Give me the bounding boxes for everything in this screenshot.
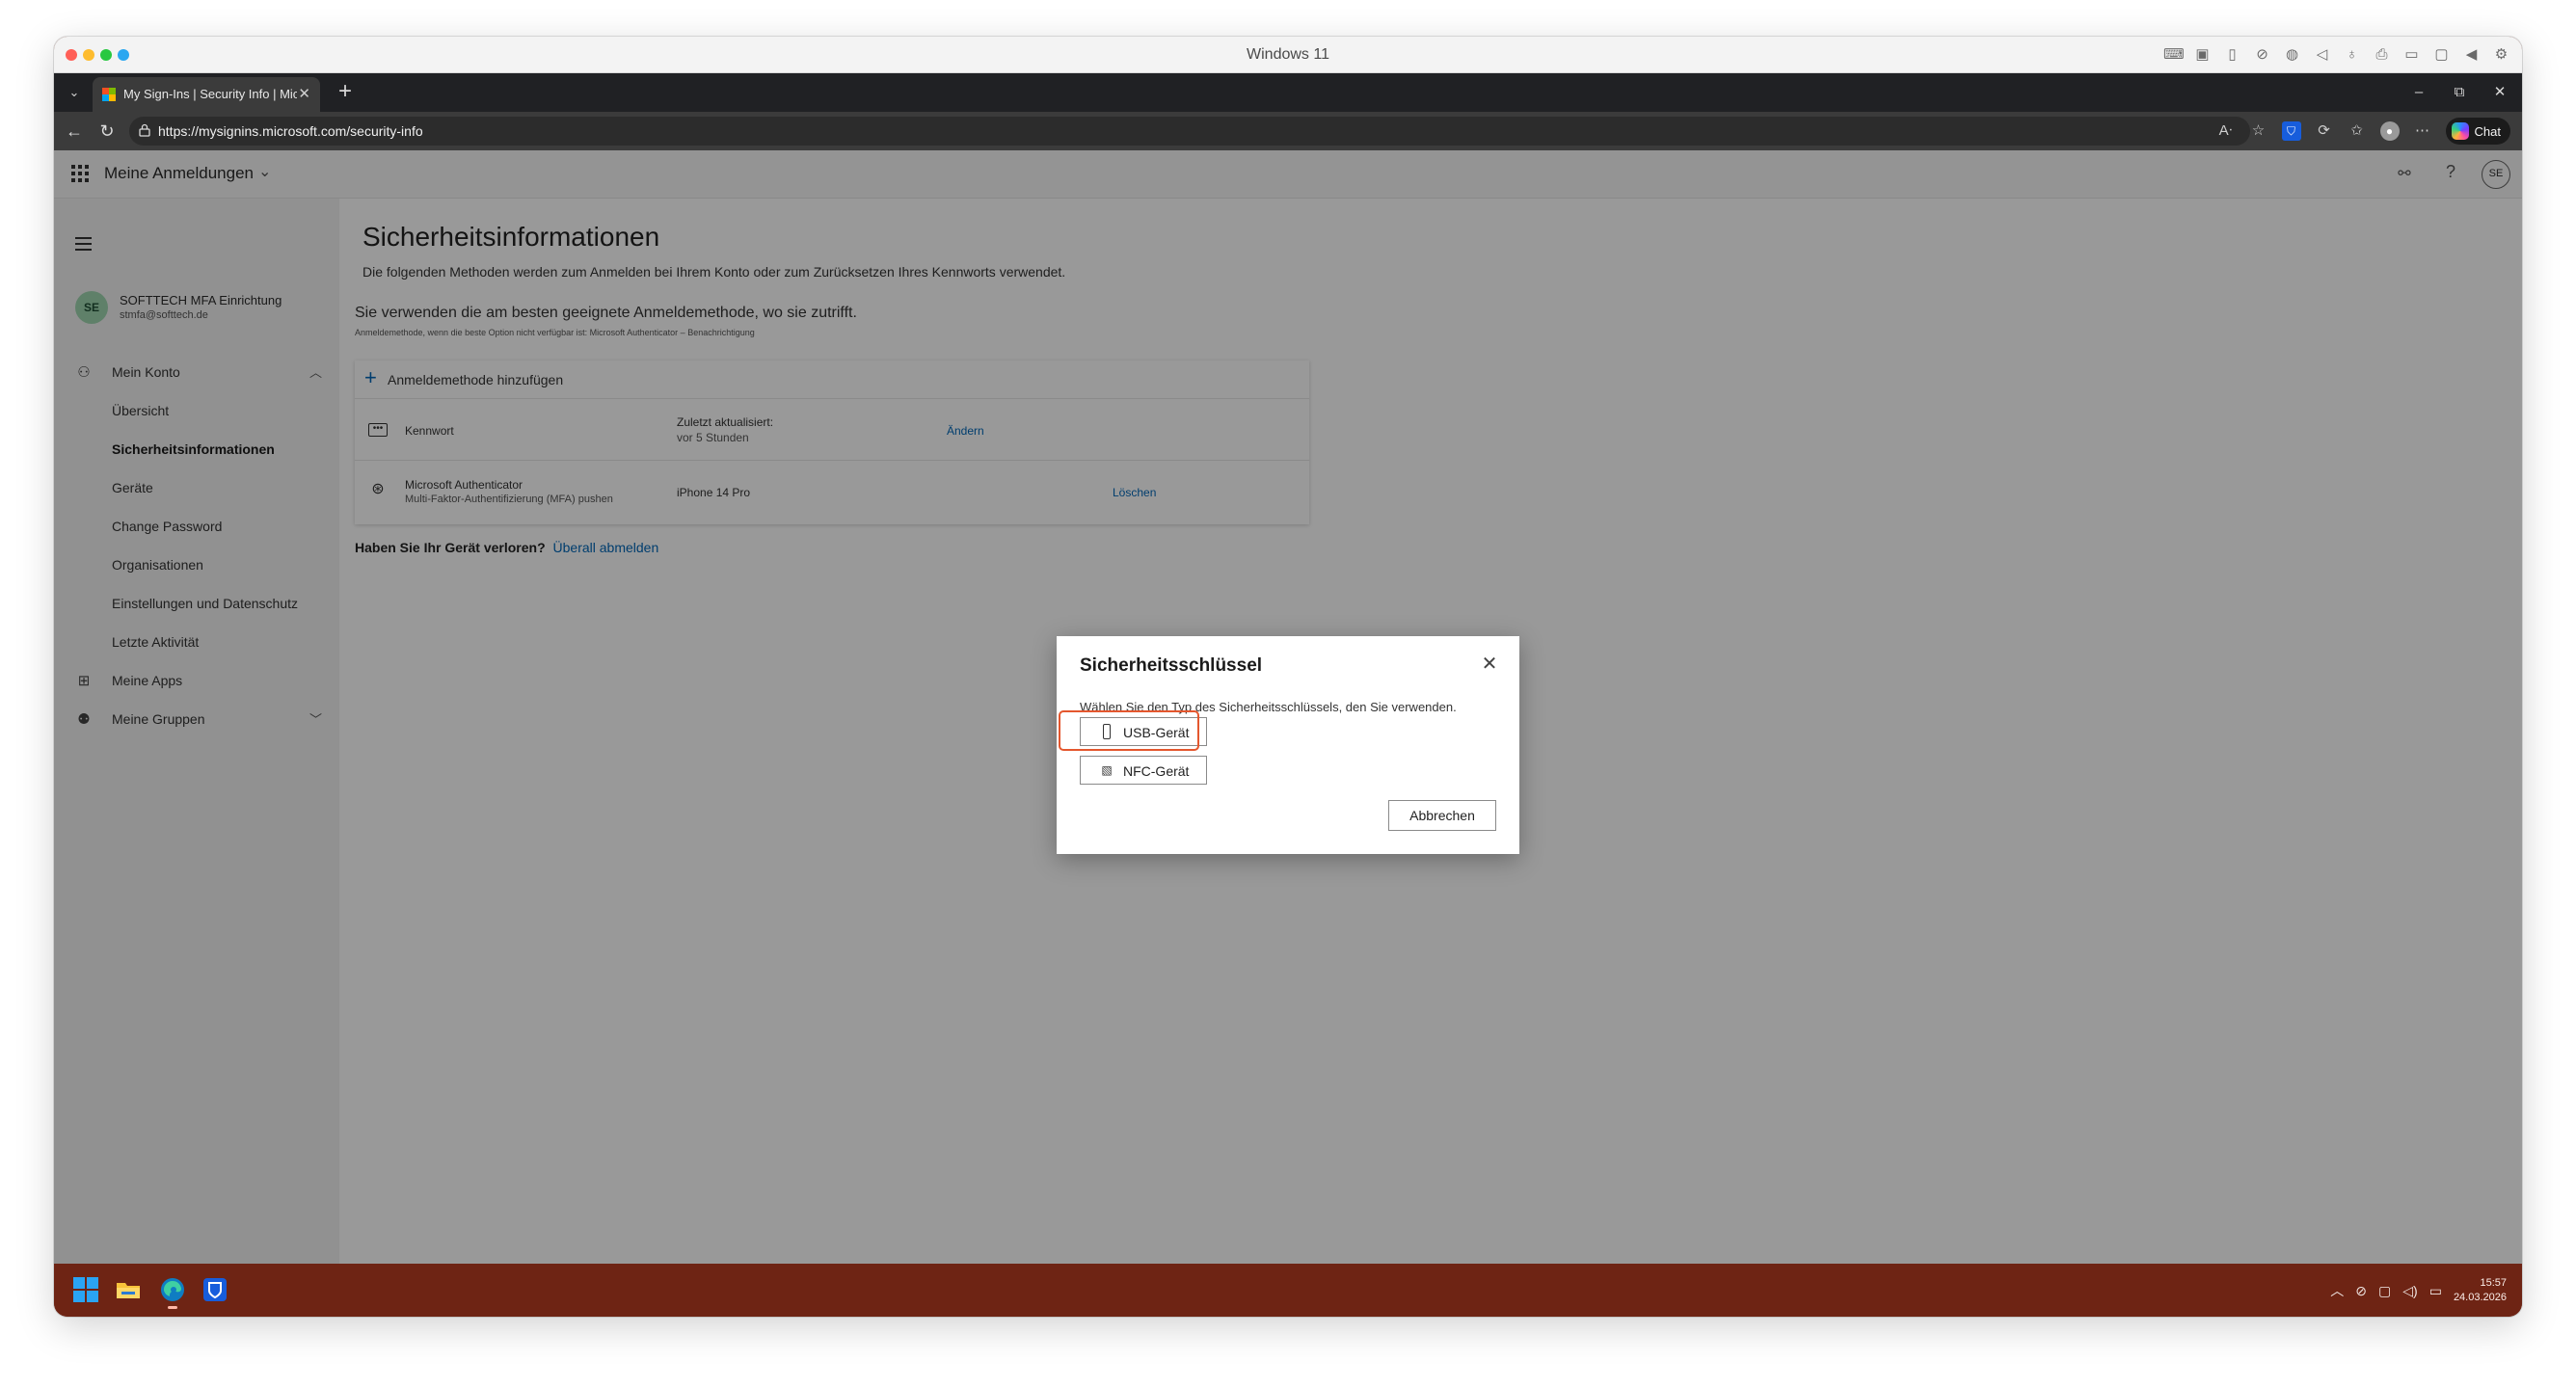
active-app-indicator [168, 1306, 177, 1309]
cpu-icon[interactable]: ▣ [2193, 45, 2212, 64]
vm-window: Windows 11 ⌨ ▣ ▯ ⊘ ◍ ◁ ♁ ⎙ ▭ ▢ ◀ ⚙ ⌄ My … [54, 37, 2522, 1317]
display-icon[interactable]: ▢ [2432, 45, 2451, 64]
favorites-icon[interactable]: ✩ [2348, 121, 2367, 141]
file-explorer-icon[interactable] [114, 1275, 143, 1304]
windows-taskbar: ︿ ⊘ ▢ ◁) ▭ 15:57 24.03.2026 [54, 1264, 2522, 1317]
address-bar[interactable]: https://mysignins.microsoft.com/security… [129, 117, 2250, 146]
browser-toolbar: Aᐧ ☆ ⛉ ⟳ ✩ ● ⋯ Chat [2216, 118, 2510, 145]
bitwarden-extension-icon[interactable]: ⛉ [2281, 121, 2301, 141]
settings-icon[interactable]: ⚙ [2492, 45, 2510, 64]
edge-browser-icon[interactable] [158, 1275, 187, 1309]
browser-restore-button[interactable]: ⧉ [2445, 81, 2474, 104]
url-text: https://mysignins.microsoft.com/security… [158, 123, 423, 139]
dialog-title: Sicherheitsschlüssel [1080, 655, 1263, 676]
printer-icon[interactable]: ⎙ [2373, 45, 2391, 64]
usb-button-highlight [1059, 710, 1199, 751]
clock-time: 15:57 [2480, 1277, 2507, 1289]
favorite-star-icon[interactable]: ☆ [2249, 121, 2268, 141]
nfc-icon: ▧ [1101, 763, 1113, 777]
refresh-icon[interactable]: ↻ [94, 120, 120, 143]
chevron-up-icon[interactable]: ︿ [2330, 1281, 2344, 1300]
microphone-icon[interactable]: ♁ [2343, 45, 2361, 64]
back-icon[interactable]: ← [62, 120, 87, 143]
battery-icon[interactable]: ▭ [2429, 1283, 2442, 1299]
vm-toolbar: ⌨ ▣ ▯ ⊘ ◍ ◁ ♁ ⎙ ▭ ▢ ◀ ⚙ [2163, 45, 2510, 64]
system-tray: ︿ ⊘ ▢ ◁) ▭ 15:57 24.03.2026 [2330, 1273, 2507, 1308]
close-tab-icon[interactable]: ✕ [298, 85, 310, 102]
new-tab-button[interactable]: + [332, 79, 359, 106]
speaker-icon[interactable]: ◁ [2313, 45, 2331, 64]
microsoft-logo-icon [102, 88, 116, 101]
nfc-device-button[interactable]: ▧ NFC-Gerät [1080, 756, 1207, 785]
profile-icon[interactable]: ● [2379, 121, 2400, 141]
mac-titlebar: Windows 11 ⌨ ▣ ▯ ⊘ ◍ ◁ ♁ ⎙ ▭ ▢ ◀ ⚙ [54, 37, 2522, 73]
window-title: Windows 11 [1247, 46, 1329, 63]
extensions-icon[interactable]: ⟳ [2315, 121, 2334, 141]
bitwarden-icon[interactable] [201, 1275, 229, 1304]
keyboard-icon[interactable]: ⌨ [2163, 45, 2185, 64]
lock-icon [139, 123, 150, 137]
video-icon[interactable]: ▭ [2402, 45, 2421, 64]
cancel-button[interactable]: Abbrechen [1388, 800, 1496, 831]
address-bar-row: ← ↻ https://mysignins.microsoft.com/secu… [54, 112, 2522, 150]
camera-off-icon[interactable]: ⊘ [2253, 45, 2271, 64]
network-off-icon[interactable]: ⊘ [2355, 1283, 2367, 1299]
copilot-chat-button[interactable]: Chat [2445, 118, 2510, 145]
more-menu-icon[interactable]: ⋯ [2413, 121, 2432, 141]
page: Meine Anmeldungen ⌄ ⚯ ? SE SE SOFTTECH M… [54, 150, 2522, 1264]
usb-icon[interactable]: ▯ [2223, 45, 2241, 64]
nfc-device-label: NFC-Gerät [1123, 763, 1190, 779]
browser-tab-strip: ⌄ My Sign-Ins | Security Info | Microsof… [54, 73, 2522, 112]
windows-start-icon[interactable] [71, 1275, 100, 1304]
chat-label: Chat [2474, 123, 2501, 139]
read-aloud-icon[interactable]: Aᐧ [2216, 121, 2236, 141]
tab-actions-button[interactable]: ⌄ [62, 81, 87, 104]
tab-title: My Sign-Ins | Security Info | Microsoft [123, 87, 297, 101]
clock-date: 24.03.2026 [2453, 1292, 2507, 1303]
clock[interactable]: 15:57 24.03.2026 [2454, 1276, 2507, 1305]
copilot-icon [2451, 122, 2469, 140]
play-icon[interactable]: ◀ [2462, 45, 2481, 64]
globe-icon[interactable]: ◍ [2283, 45, 2301, 64]
browser-close-button[interactable]: ✕ [2485, 81, 2514, 104]
close-icon[interactable]: ✕ [1481, 654, 1498, 674]
speaker-icon[interactable]: ◁) [2402, 1283, 2417, 1299]
browser-tab-active[interactable]: My Sign-Ins | Security Info | Microsoft … [93, 77, 320, 112]
browser-minimize-button[interactable]: – [2404, 81, 2433, 104]
display-icon[interactable]: ▢ [2378, 1283, 2391, 1299]
